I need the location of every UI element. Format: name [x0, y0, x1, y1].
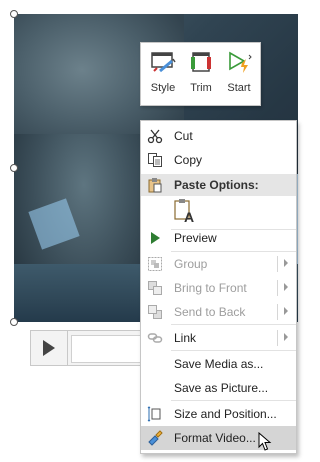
- size-position-icon: [147, 406, 161, 422]
- paste-text-only-icon: A: [174, 199, 194, 224]
- bring-to-front-icon: [148, 281, 162, 295]
- resize-handle-top-left[interactable]: [10, 10, 18, 18]
- submenu-arrow-icon: [284, 283, 288, 291]
- scissors-icon: [147, 129, 163, 144]
- video-style-icon: [151, 52, 176, 73]
- clipboard-icon: [148, 178, 162, 193]
- copy-icon: [148, 153, 162, 167]
- mini-toolbar: Style Trim Start: [140, 42, 261, 106]
- mouse-cursor-icon: [258, 432, 272, 451]
- menu-item-save-as-picture[interactable]: Save as Picture...: [141, 376, 296, 400]
- trim-button[interactable]: Trim: [182, 47, 220, 103]
- resize-handle-left[interactable]: [10, 164, 18, 172]
- preview-play-icon: [151, 232, 160, 244]
- trim-video-icon: [191, 52, 211, 72]
- svg-text:A: A: [184, 209, 194, 224]
- submenu-arrow-icon: [284, 333, 288, 341]
- link-icon: [147, 333, 163, 343]
- start-button[interactable]: Start: [220, 47, 258, 103]
- menu-item-copy[interactable]: Copy: [141, 148, 296, 172]
- submenu-arrow-icon: [284, 307, 288, 315]
- play-button[interactable]: [31, 331, 68, 365]
- style-button[interactable]: Style: [144, 47, 182, 103]
- menu-separator: [171, 324, 296, 325]
- start-play-icon: [229, 51, 252, 73]
- menu-item-send-to-back[interactable]: Send to Back: [141, 300, 296, 324]
- group-icon: [148, 257, 162, 271]
- menu-item-preview[interactable]: Preview: [141, 226, 296, 250]
- send-to-back-icon: [148, 305, 162, 319]
- paste-options-header: Paste Options:: [141, 174, 296, 196]
- menu-item-cut[interactable]: Cut: [141, 124, 296, 148]
- menu-item-format-video[interactable]: Format Video...: [141, 426, 296, 450]
- menu-separator: [171, 350, 296, 351]
- menu-item-save-media-as[interactable]: Save Media as...: [141, 352, 296, 376]
- menu-item-bring-to-front[interactable]: Bring to Front: [141, 276, 296, 300]
- menu-separator: [171, 400, 296, 401]
- menu-item-group[interactable]: Group: [141, 252, 296, 276]
- submenu-arrow-icon: [284, 259, 288, 267]
- format-video-icon: [148, 430, 163, 446]
- context-menu: Cut Copy Paste Options: A Preview Group …: [140, 120, 297, 454]
- menu-item-size-and-position[interactable]: Size and Position...: [141, 402, 296, 426]
- resize-handle-bottom-left[interactable]: [10, 318, 18, 326]
- paste-keep-text-only-button[interactable]: A: [171, 198, 201, 226]
- menu-item-link[interactable]: Link: [141, 326, 296, 350]
- play-icon: [43, 340, 55, 356]
